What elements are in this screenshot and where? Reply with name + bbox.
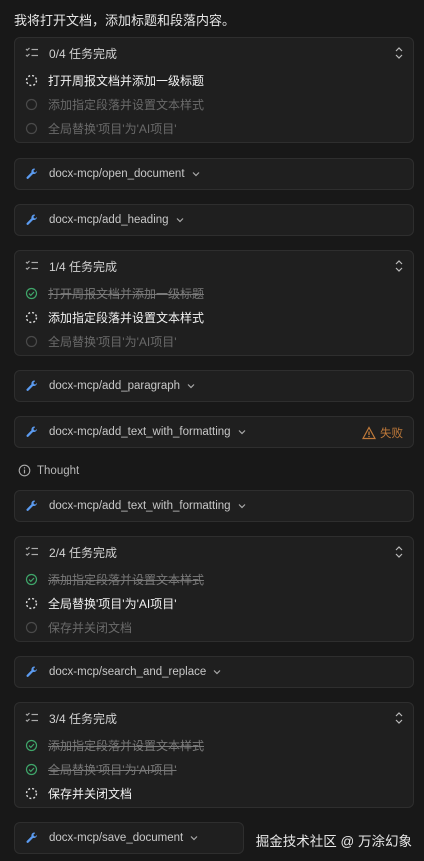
tool-call-add-text-with-formatting-failed[interactable]: docx-mcp/add_text_with_formatting 失败 (14, 416, 414, 448)
task-list-card: 0/4 任务完成 打开周报文档并添加一级标题 添加指定段落并设置文本样式 全局替… (14, 37, 414, 143)
wrench-icon (25, 665, 39, 679)
tool-name: docx-mcp/save_document (49, 832, 184, 844)
task-progress-label: 1/4 任务完成 (49, 259, 118, 274)
tool-call-add-heading[interactable]: docx-mcp/add_heading (14, 204, 414, 236)
wrench-icon (25, 425, 39, 439)
pending-circle-icon (25, 98, 38, 111)
pending-circle-icon (25, 335, 38, 348)
task-item: 全局替换'项目'为'AI项目' (15, 757, 413, 781)
tool-call-save-document[interactable]: docx-mcp/save_document (14, 822, 244, 854)
task-item: 添加指定段落并设置文本样式 (15, 305, 413, 329)
checklist-icon (25, 711, 39, 725)
wrench-icon (25, 499, 39, 513)
tool-name: docx-mcp/add_heading (49, 214, 169, 226)
tool-name: docx-mcp/search_and_replace (49, 666, 207, 678)
tool-name: docx-mcp/add_text_with_formatting (49, 426, 231, 438)
task-label: 打开周报文档并添加一级标题 (48, 73, 205, 88)
expand-collapse-icon[interactable] (393, 259, 405, 273)
task-item: 打开周报文档并添加一级标题 (15, 68, 413, 92)
assistant-message: 我将打开文档，添加标题和段落内容。 (14, 13, 236, 28)
wrench-icon (25, 379, 39, 393)
in-progress-icon (25, 787, 38, 800)
task-list-card: 1/4 任务完成 打开周报文档并添加一级标题 添加指定段落并设置文本样式 全局替… (14, 250, 414, 356)
check-circle-icon (25, 287, 38, 300)
checklist-icon (25, 259, 39, 273)
task-list-card: 3/4 任务完成 添加指定段落并设置文本样式 全局替换'项目'为'AI项目' 保… (14, 702, 414, 808)
wrench-icon (25, 831, 39, 845)
chevron-down-icon (186, 381, 196, 391)
task-item: 全局替换'项目'为'AI项目' (15, 116, 413, 140)
task-list-header[interactable]: 0/4 任务完成 (15, 38, 413, 68)
task-label: 添加指定段落并设置文本样式 (48, 310, 205, 325)
expand-collapse-icon[interactable] (393, 46, 405, 60)
task-item: 打开周报文档并添加一级标题 (15, 281, 413, 305)
tool-name: docx-mcp/open_document (49, 168, 185, 180)
tool-call-search-and-replace[interactable]: docx-mcp/search_and_replace (14, 656, 414, 688)
expand-collapse-icon[interactable] (393, 711, 405, 725)
thought-toggle[interactable]: Thought (18, 464, 79, 477)
in-progress-icon (25, 74, 38, 87)
task-item: 添加指定段落并设置文本样式 (15, 733, 413, 757)
pending-circle-icon (25, 621, 38, 634)
chevron-down-icon (175, 215, 185, 225)
wrench-icon (25, 213, 39, 227)
tool-call-add-text-with-formatting[interactable]: docx-mcp/add_text_with_formatting (14, 490, 414, 522)
task-label: 保存并关闭文档 (48, 786, 133, 801)
task-label: 全局替换'项目'为'AI项目' (48, 334, 177, 349)
check-circle-icon (25, 739, 38, 752)
task-label: 添加指定段落并设置文本样式 (48, 738, 205, 753)
task-progress-label: 2/4 任务完成 (49, 545, 118, 560)
task-item: 全局替换'项目'为'AI项目' (15, 591, 413, 615)
chevron-down-icon (237, 501, 247, 511)
chevron-down-icon (212, 667, 222, 677)
chevron-down-icon (191, 169, 201, 179)
task-label: 全局替换'项目'为'AI项目' (48, 762, 177, 777)
wrench-icon (25, 167, 39, 181)
thought-label: Thought (37, 464, 80, 477)
task-label: 打开周报文档并添加一级标题 (48, 286, 205, 301)
task-item: 保存并关闭文档 (15, 781, 413, 805)
task-list-header[interactable]: 1/4 任务完成 (15, 251, 413, 281)
task-item: 全局替换'项目'为'AI项目' (15, 329, 413, 353)
task-list-header[interactable]: 2/4 任务完成 (15, 537, 413, 567)
task-label: 全局替换'项目'为'AI项目' (48, 596, 177, 611)
chevron-down-icon (189, 833, 199, 843)
pending-circle-icon (25, 122, 38, 135)
task-progress-label: 0/4 任务完成 (49, 46, 118, 61)
tool-call-add-paragraph[interactable]: docx-mcp/add_paragraph (14, 370, 414, 402)
checklist-icon (25, 46, 39, 60)
task-label: 保存并关闭文档 (48, 620, 133, 635)
task-list-header[interactable]: 3/4 任务完成 (15, 703, 413, 733)
task-label: 添加指定段落并设置文本样式 (48, 572, 205, 587)
task-list-card: 2/4 任务完成 添加指定段落并设置文本样式 全局替换'项目'为'AI项目' 保… (14, 536, 414, 642)
task-label: 添加指定段落并设置文本样式 (48, 97, 205, 112)
check-circle-icon (25, 573, 38, 586)
task-progress-label: 3/4 任务完成 (49, 711, 118, 726)
in-progress-icon (25, 597, 38, 610)
in-progress-icon (25, 311, 38, 324)
info-icon (18, 464, 31, 477)
failed-label: 失败 (380, 428, 403, 440)
expand-collapse-icon[interactable] (393, 545, 405, 559)
chevron-down-icon (237, 427, 247, 437)
checklist-icon (25, 545, 39, 559)
watermark: 掘金技术社区 @ 万涂幻象 (255, 834, 412, 849)
task-item: 保存并关闭文档 (15, 615, 413, 639)
task-item: 添加指定段落并设置文本样式 (15, 567, 413, 591)
tool-call-open-document[interactable]: docx-mcp/open_document (14, 158, 414, 190)
task-item: 添加指定段落并设置文本样式 (15, 92, 413, 116)
check-circle-icon (25, 763, 38, 776)
warning-icon (362, 426, 376, 440)
task-label: 全局替换'项目'为'AI项目' (48, 121, 177, 136)
tool-name: docx-mcp/add_text_with_formatting (49, 500, 231, 512)
tool-name: docx-mcp/add_paragraph (49, 380, 181, 392)
failed-status: 失败 (362, 417, 403, 449)
